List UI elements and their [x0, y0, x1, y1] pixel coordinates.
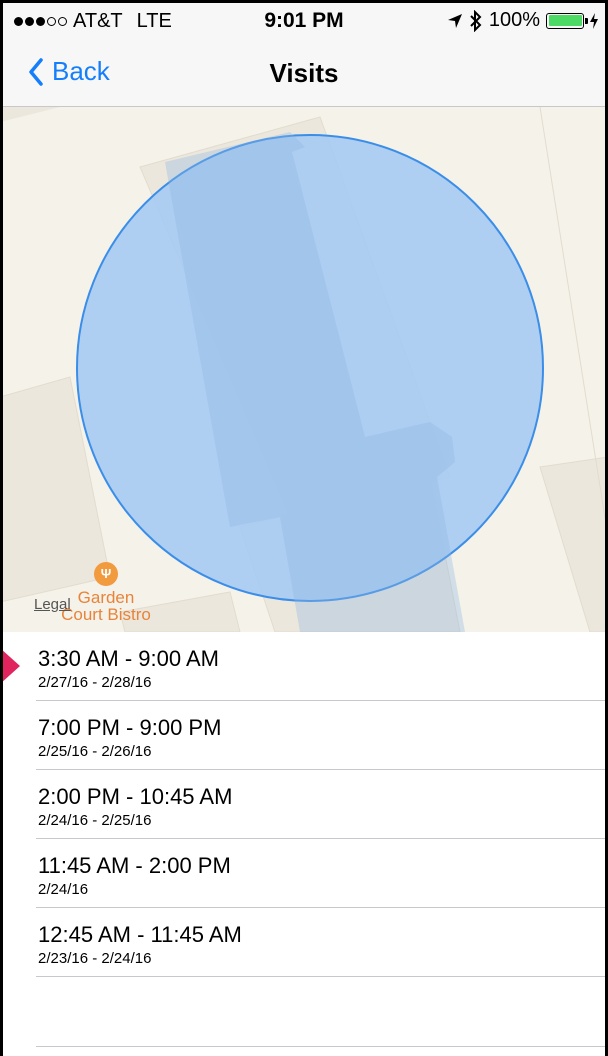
charging-icon: [590, 12, 598, 29]
selection-arrow-icon: [0, 648, 20, 684]
restaurant-icon: Ψ: [94, 562, 118, 586]
list-separator: [36, 1046, 608, 1047]
page-title: Visits: [269, 58, 339, 88]
visit-date-range: 2/24/16: [38, 881, 89, 898]
map-canvas: [0, 107, 608, 632]
legal-link[interactable]: Legal: [34, 596, 71, 613]
visit-time-range: 7:00 PM - 9:00 PM: [38, 715, 222, 740]
visits-list: 3:30 AM - 9:00 AM 2/27/16 - 2/28/16 7:00…: [0, 632, 608, 977]
visit-time-range: 2:00 PM - 10:45 AM: [38, 784, 233, 809]
visit-date-range: 2/27/16 - 2/28/16: [38, 674, 152, 691]
visit-time-range: 12:45 AM - 11:45 AM: [38, 922, 242, 947]
navigation-bar: Back Visits: [0, 40, 608, 107]
visit-row[interactable]: 12:45 AM - 11:45 AM 2/23/16 - 2/24/16: [36, 908, 608, 977]
visit-date-range: 2/24/16 - 2/25/16: [38, 812, 152, 829]
visit-row[interactable]: 2:00 PM - 10:45 AM 2/24/16 - 2/25/16: [36, 770, 608, 839]
map-building: [0, 107, 60, 122]
visit-time-range: 3:30 AM - 9:00 AM: [38, 646, 219, 671]
location-arrow-icon: [447, 13, 462, 28]
visit-row[interactable]: 11:45 AM - 2:00 PM 2/24/16: [36, 839, 608, 908]
poi-marker[interactable]: Ψ Garden Court Bistro: [56, 562, 156, 623]
bluetooth-icon: [470, 9, 482, 32]
battery-icon: [546, 12, 588, 29]
visit-time-range: 11:45 AM - 2:00 PM: [38, 853, 231, 878]
visit-map[interactable]: Ψ Garden Court Bistro Legal: [0, 107, 608, 632]
visit-date-range: 2/25/16 - 2/26/16: [38, 743, 152, 760]
status-right: 100%: [447, 9, 598, 32]
status-bar: AT&T LTE 9:01 PM 100%: [0, 0, 608, 40]
battery-percent: 100%: [488, 9, 540, 31]
poi-label: Garden Court Bistro: [61, 588, 151, 624]
visit-row[interactable]: 7:00 PM - 9:00 PM 2/25/16 - 2/26/16: [36, 701, 608, 770]
visit-row[interactable]: 3:30 AM - 9:00 AM 2/27/16 - 2/28/16: [36, 632, 608, 701]
visit-date-range: 2/23/16 - 2/24/16: [38, 950, 152, 967]
map-building: [539, 456, 608, 632]
